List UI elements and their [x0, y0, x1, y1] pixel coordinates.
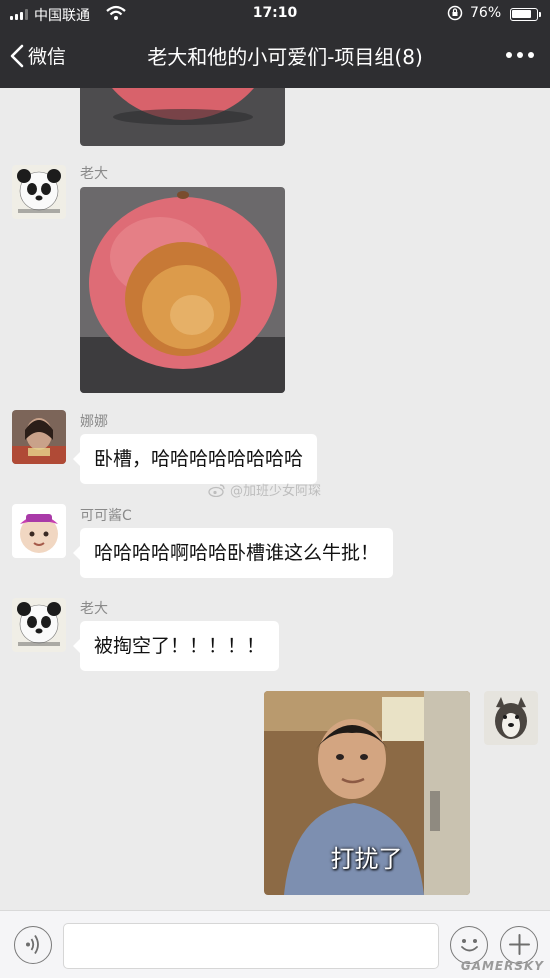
avatar[interactable]	[484, 691, 538, 745]
chat-title: 老大和他的小可爱们-项目组(8)	[147, 45, 423, 69]
avatar[interactable]	[12, 410, 66, 464]
gamersky-logo: GAMERSKY	[460, 959, 544, 973]
message-bubble[interactable]: 被掏空了！！！！！	[72, 621, 280, 671]
nav-bar: 微信 老大和他的小可爱们-项目组(8)	[0, 28, 550, 84]
more-dots-icon	[506, 52, 512, 58]
watermark-text: @加班少女阿琛	[230, 484, 322, 499]
emoji-icon	[460, 939, 478, 952]
weibo-icon	[208, 483, 225, 497]
plus-icon	[508, 934, 530, 955]
chevron-left-icon	[10, 44, 24, 67]
sticker-caption: 打扰了	[330, 845, 403, 873]
battery-icon	[510, 8, 541, 21]
avatar[interactable]	[12, 504, 66, 558]
input-bar: GAMERSKY	[0, 910, 550, 978]
voice-button[interactable]	[14, 926, 52, 964]
chat-area[interactable]: 老大 娜娜 卧槽，哈哈哈哈哈哈哈哈 可可酱C 哈哈哈哈啊哈哈卧槽谁这么牛批！ 老…	[0, 88, 550, 910]
watermark: @加班少女阿琛	[208, 480, 321, 499]
title-bar: 中国联通 17:10 76% 微信 老大和他的小可爱们-项目组(8)	[0, 0, 550, 88]
back-label: 微信	[28, 46, 67, 68]
back-button[interactable]: 微信	[10, 42, 66, 69]
more-button[interactable]	[506, 52, 534, 58]
message-image[interactable]	[80, 88, 285, 146]
status-bar: 中国联通 17:10 76%	[0, 0, 550, 28]
sender-name: 老大	[80, 601, 108, 617]
avatar[interactable]	[12, 165, 66, 219]
message-input[interactable]	[63, 923, 439, 969]
message-bubble[interactable]: 卧槽，哈哈哈哈哈哈哈哈	[72, 434, 318, 484]
message-image[interactable]	[80, 187, 285, 393]
status-time: 17:10	[252, 5, 298, 21]
sender-name: 老大	[80, 166, 108, 182]
avatar[interactable]	[12, 598, 66, 652]
sender-name: 娜娜	[80, 414, 108, 430]
battery-percent: 76%	[470, 5, 502, 21]
message-bubble[interactable]: 哈哈哈哈啊哈哈卧槽谁这么牛批！	[72, 528, 394, 578]
orientation-lock-icon	[447, 5, 463, 25]
voice-icon	[26, 935, 39, 954]
message-image[interactable]: 打扰了	[264, 691, 470, 895]
sender-name: 可可酱C	[80, 508, 132, 524]
